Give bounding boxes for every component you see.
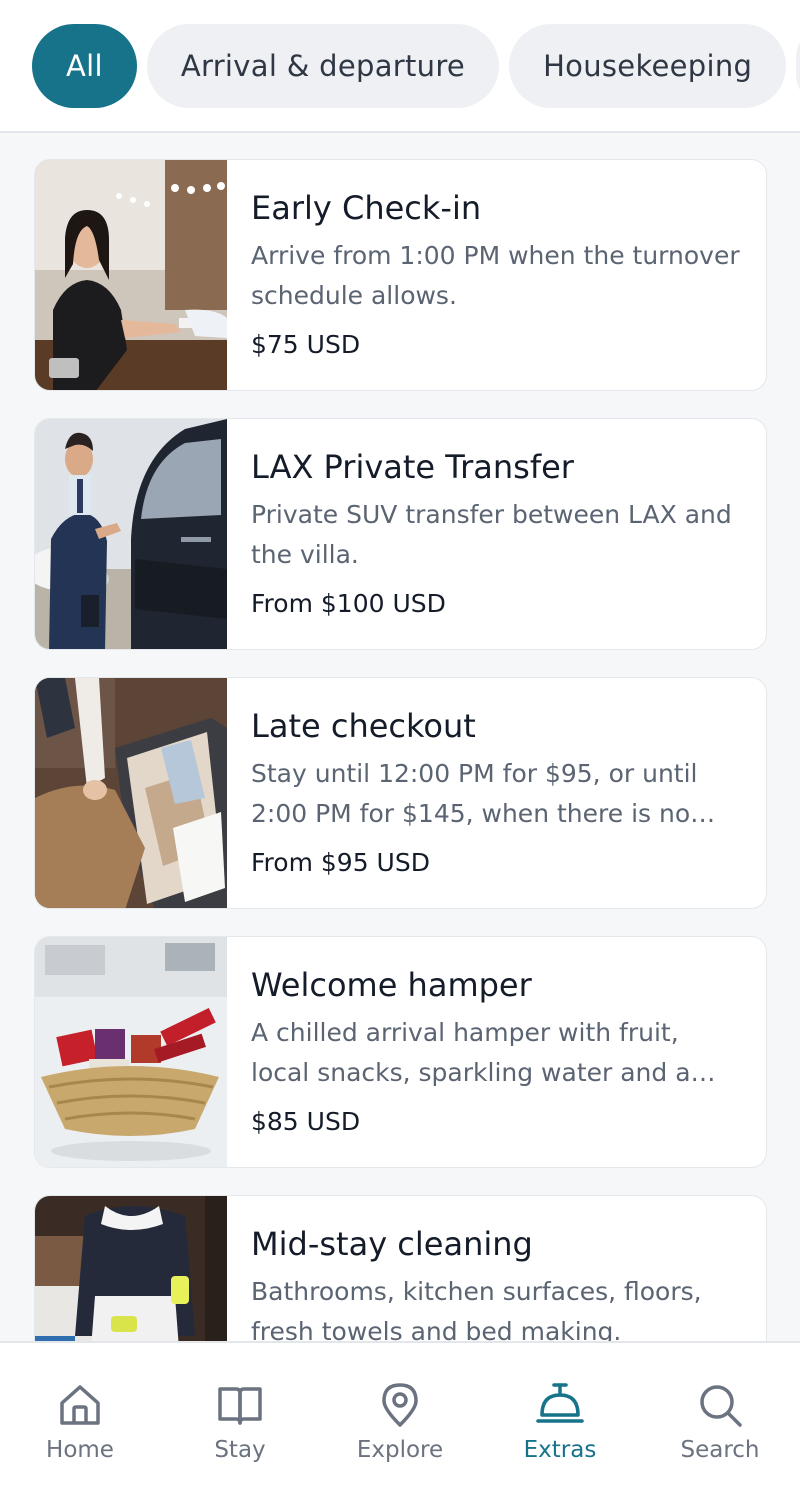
chip-more[interactable]: [796, 24, 800, 108]
extra-description: Stay until 12:00 PM for $95, or until 2:…: [251, 759, 698, 828]
bottom-tab-bar: Home Stay Explore Extras Search: [0, 1341, 800, 1502]
tab-stay[interactable]: Stay: [160, 1343, 320, 1502]
chip-all[interactable]: All: [32, 24, 137, 108]
tab-label: Extras: [523, 1437, 597, 1463]
housekeeper-cleaning-photo: [35, 1196, 227, 1341]
map-pin-icon: [382, 1383, 418, 1427]
chauffeur-car-door-photo: [35, 419, 227, 649]
extra-description: Arrive from 1:00 PM when the turnover sc…: [251, 241, 740, 310]
extra-price: $85 USD: [251, 1107, 361, 1136]
extra-title: Early Check-in: [251, 189, 482, 227]
tab-label: Search: [680, 1437, 760, 1463]
extra-card-welcome-hamper[interactable]: Welcome hamper A chilled arrival hamper …: [34, 936, 767, 1168]
filter-chips: All Arrival & departure Housekeeping: [32, 24, 800, 108]
search-icon: [700, 1385, 742, 1427]
category-filter-bar: All Arrival & departure Housekeeping: [0, 0, 800, 133]
extra-description: A chilled arrival hamper with fruit, loc…: [251, 1018, 691, 1087]
book-icon: [218, 1387, 262, 1425]
tab-label: Stay: [214, 1437, 266, 1463]
chip-arrival-departure[interactable]: Arrival & departure: [146, 24, 500, 108]
extra-price: $75 USD: [251, 330, 361, 359]
extra-title: Late checkout: [251, 707, 476, 745]
extra-price: From $95 USD: [251, 848, 430, 877]
service-bell-icon: [536, 1383, 584, 1423]
extra-card-early-checkin[interactable]: Early Check-in Arrive from 1:00 PM when …: [34, 159, 767, 391]
snack-basket-photo: [35, 937, 227, 1167]
extra-card-mid-stay-cleaning[interactable]: Mid-stay cleaning Bathrooms, kitchen sur…: [34, 1195, 767, 1341]
extra-description: Bathrooms, kitchen surfaces, floors, fre…: [251, 1277, 702, 1341]
packing-suitcase-photo: [35, 678, 227, 908]
chip-housekeeping[interactable]: Housekeeping: [509, 24, 787, 108]
tab-search[interactable]: Search: [640, 1343, 800, 1502]
hotel-receptionist-photo: [35, 160, 227, 390]
tab-label: Home: [46, 1437, 114, 1463]
tab-extras[interactable]: Extras: [480, 1343, 640, 1502]
extra-card-lax-transfer[interactable]: LAX Private Transfer Private SUV transfe…: [34, 418, 767, 650]
extra-title: Welcome hamper: [251, 966, 532, 1004]
extra-price: From $100 USD: [251, 589, 446, 618]
home-icon: [60, 1385, 100, 1425]
extra-card-late-checkout[interactable]: Late checkout Stay until 12:00 PM for $9…: [34, 677, 767, 909]
tab-label: Explore: [356, 1437, 444, 1463]
tab-home[interactable]: Home: [0, 1343, 160, 1502]
extra-title: Mid-stay cleaning: [251, 1225, 533, 1263]
extra-description: Private SUV transfer between LAX and the…: [251, 500, 732, 569]
extras-list: Early Check-in Arrive from 1:00 PM when …: [34, 159, 767, 1341]
tab-explore[interactable]: Explore: [320, 1343, 480, 1502]
extra-title: LAX Private Transfer: [251, 448, 574, 486]
